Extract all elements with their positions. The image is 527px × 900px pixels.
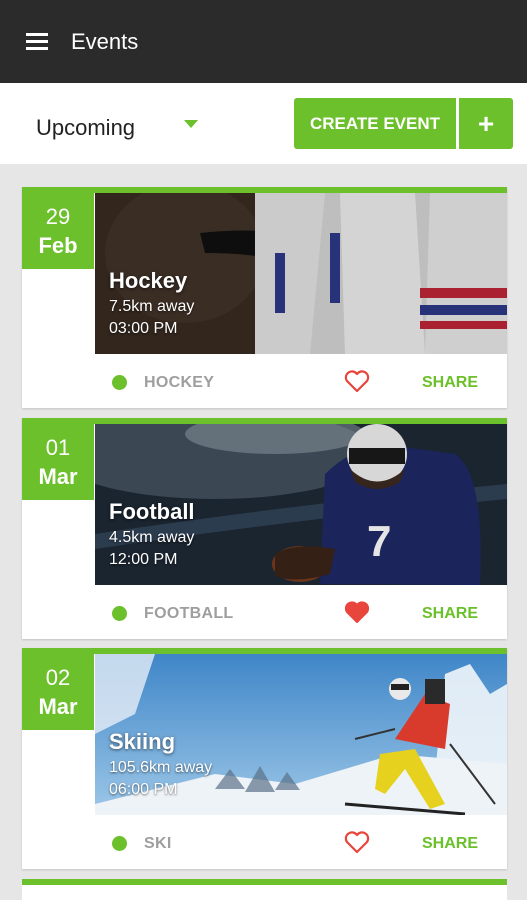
share-button[interactable]: SHARE — [422, 605, 478, 623]
heart-outline-icon[interactable] — [344, 369, 370, 393]
event-date: 01 Mar — [22, 424, 94, 500]
event-time: 03:00 PM — [109, 320, 178, 337]
event-day: 02 — [45, 665, 71, 690]
event-card-partial[interactable] — [22, 879, 507, 900]
category-dot-icon — [112, 375, 127, 390]
share-button[interactable]: SHARE — [422, 835, 478, 853]
category-dot-icon — [112, 606, 127, 621]
heart-filled-icon[interactable] — [344, 600, 370, 624]
add-button[interactable]: + — [459, 98, 513, 149]
event-card[interactable]: 02 Mar Skiing 105.6km away 06:00 PM SKI … — [22, 648, 507, 869]
event-image[interactable]: 7 Football 4.5km away 12:00 PM — [95, 424, 507, 585]
event-category: FOOTBALL — [144, 605, 234, 622]
toolbar: Upcoming CREATE EVENT + — [0, 83, 527, 164]
event-distance: 4.5km away — [109, 529, 195, 546]
event-month: Feb — [38, 233, 78, 258]
event-month: Mar — [38, 464, 78, 489]
heart-outline-icon[interactable] — [344, 830, 370, 854]
share-button[interactable]: SHARE — [422, 374, 478, 392]
menu-icon[interactable] — [26, 33, 48, 51]
event-name: Football — [109, 499, 195, 524]
event-image[interactable]: Skiing 105.6km away 06:00 PM — [95, 654, 507, 815]
event-card[interactable]: 29 Feb Hockey 7.5km away 03:00 PM HOCKEY… — [22, 187, 507, 408]
event-image[interactable]: Hockey 7.5km away 03:00 PM — [95, 193, 507, 354]
filter-dropdown[interactable]: Upcoming — [36, 115, 135, 141]
page-title: Events — [71, 29, 139, 54]
dropdown-caret-icon[interactable] — [184, 120, 198, 128]
event-month: Mar — [38, 694, 78, 719]
event-category: SKI — [144, 835, 172, 852]
create-event-button[interactable]: CREATE EVENT — [294, 98, 456, 149]
event-day: 29 — [45, 204, 71, 229]
event-date: 29 Feb — [22, 193, 94, 269]
event-day: 01 — [45, 435, 71, 460]
event-time: 12:00 PM — [109, 551, 178, 568]
event-date: 02 Mar — [22, 654, 94, 730]
event-distance: 7.5km away — [109, 298, 195, 315]
app-bar: Events — [0, 0, 527, 83]
event-card[interactable]: 01 Mar 7 Football 4.5km away 12:00 PM FO… — [22, 418, 507, 639]
category-dot-icon — [112, 836, 127, 851]
event-time: 06:00 PM — [109, 781, 178, 798]
event-name: Skiing — [109, 729, 176, 754]
event-category: HOCKEY — [144, 374, 215, 391]
event-name: Hockey — [109, 268, 188, 293]
event-distance: 105.6km away — [109, 759, 213, 776]
